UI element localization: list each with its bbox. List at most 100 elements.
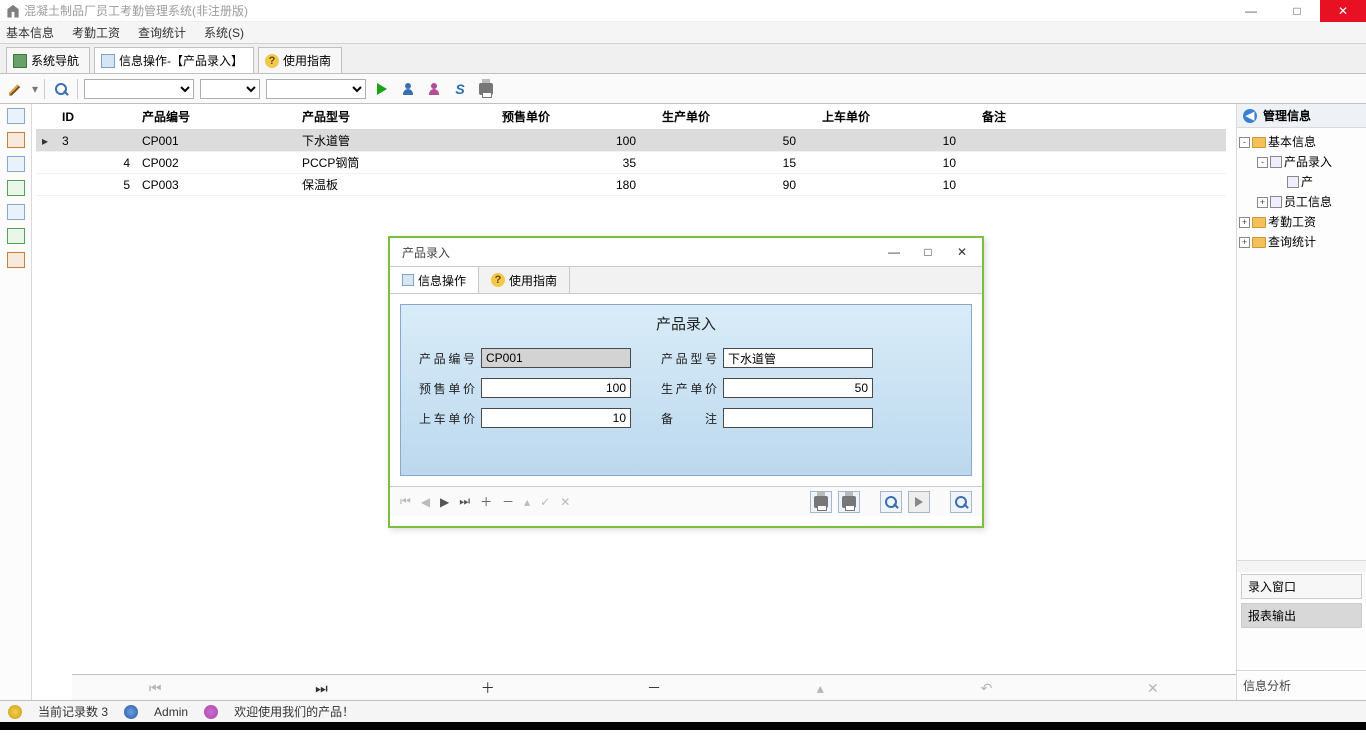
s-icon: S [455, 81, 464, 97]
doc-icon [1287, 176, 1299, 188]
input-remark[interactable] [723, 408, 873, 428]
find-group-button[interactable] [424, 79, 444, 99]
table-row[interactable]: 5 CP003 保温板 180 90 10 [36, 174, 1226, 196]
tab-system-nav[interactable]: 系统导航 [6, 47, 90, 73]
dialog-tab-help[interactable]: ? 使用指南 [479, 267, 570, 293]
tree-node-attendance[interactable]: 考勤工资 [1268, 212, 1316, 232]
dialog-minimize-button[interactable]: — [880, 245, 908, 259]
print-button[interactable] [476, 79, 496, 99]
dialog-maximize-button[interactable]: □ [914, 245, 942, 259]
tab-help-guide[interactable]: ? 使用指南 [258, 47, 342, 73]
find-icon [55, 83, 67, 95]
edit-button[interactable] [6, 79, 26, 99]
dlg-print-button[interactable] [810, 491, 832, 513]
leftnav-item-7[interactable] [7, 252, 25, 268]
menu-query-stats[interactable]: 查询统计 [138, 24, 186, 41]
dlg-nav-post[interactable]: ✓ [540, 495, 550, 509]
s-tool-button[interactable]: S [450, 79, 470, 99]
app-icon [6, 4, 20, 18]
tab-label: 使用指南 [283, 52, 331, 69]
leftnav-item-5[interactable] [7, 204, 25, 220]
tree-node-product-entry[interactable]: 产品录入 [1284, 152, 1332, 172]
input-product-model[interactable] [723, 348, 873, 368]
expand-icon[interactable]: - [1239, 137, 1250, 148]
leftnav-item-4[interactable] [7, 180, 25, 196]
expand-icon[interactable]: + [1239, 217, 1250, 228]
expand-icon[interactable]: - [1257, 157, 1268, 168]
tab-product-entry[interactable]: 信息操作-【产品录入】 [94, 47, 254, 73]
dlg-zoom-button[interactable] [950, 491, 972, 513]
status-welcome-icon [204, 705, 218, 719]
filter-field-select[interactable] [84, 79, 194, 99]
menu-basic-info[interactable]: 基本信息 [6, 24, 54, 41]
col-remark[interactable]: 备注 [976, 104, 1226, 130]
folder-icon [1252, 137, 1266, 148]
col-load[interactable]: 上车单价 [816, 104, 976, 130]
filter-op-select[interactable] [200, 79, 260, 99]
report-output-button[interactable]: 报表输出 [1241, 603, 1362, 628]
col-code[interactable]: 产品编号 [136, 104, 296, 130]
window-maximize-button[interactable]: □ [1274, 0, 1320, 22]
dlg-nav-add[interactable]: ＋ [480, 493, 492, 510]
dlg-print-cancel-button[interactable] [838, 491, 860, 513]
expand-icon[interactable]: + [1239, 237, 1250, 248]
menu-attendance-salary[interactable]: 考勤工资 [72, 24, 120, 41]
run-filter-button[interactable] [372, 79, 392, 99]
dlg-nav-next[interactable]: ▶ [440, 495, 449, 509]
input-presale-price[interactable] [481, 378, 631, 398]
doc-icon [1270, 196, 1282, 208]
product-table[interactable]: ID 产品编号 产品型号 预售单价 生产单价 上车单价 备注 ▸ 3 CP001… [36, 104, 1226, 196]
nav-first-button[interactable]: ⏮ [72, 675, 238, 700]
expand-icon[interactable]: + [1257, 197, 1268, 208]
product-form: 产品录入 产品编号 产品型号 预售单价 生产单价 上车单价 备 注 [400, 304, 972, 476]
printer-icon [479, 83, 493, 95]
input-product-code[interactable] [481, 348, 631, 368]
dlg-nav-first[interactable]: ⏮ [400, 494, 411, 509]
tree-node-query[interactable]: 查询统计 [1268, 232, 1316, 252]
table-row[interactable]: ▸ 3 CP001 下水道管 100 50 10 [36, 130, 1226, 152]
nav-undo-button[interactable]: ↶ [903, 675, 1069, 700]
find-button[interactable] [51, 79, 71, 99]
dlg-nav-last[interactable]: ⏭ [459, 494, 470, 509]
tree-node-basic[interactable]: 基本信息 [1268, 132, 1316, 152]
form-title: 产品录入 [419, 313, 953, 334]
nav-remove-button[interactable]: － [571, 675, 737, 700]
col-produce[interactable]: 生产单价 [656, 104, 816, 130]
leftnav-item-2[interactable] [7, 132, 25, 148]
management-tree[interactable]: -基本信息 -产品录入 产 +员工信息 +考勤工资 +查询统计 [1237, 128, 1366, 560]
dialog-titlebar[interactable]: 产品录入 — □ ✕ [390, 238, 982, 266]
nav-last-button[interactable]: ⏭ [238, 675, 404, 700]
col-presale[interactable]: 预售单价 [496, 104, 656, 130]
find-icon [955, 496, 967, 508]
find-person-button[interactable] [398, 79, 418, 99]
window-close-button[interactable]: ✕ [1320, 0, 1366, 22]
input-produce-price[interactable] [723, 378, 873, 398]
col-model[interactable]: 产品型号 [296, 104, 496, 130]
nav-up-button[interactable]: ▴ [737, 675, 903, 700]
menu-system[interactable]: 系统(S) [204, 24, 244, 41]
entry-window-button[interactable]: 录入窗口 [1241, 574, 1362, 599]
tree-node-product-sub[interactable]: 产 [1301, 172, 1313, 192]
dialog-tab-info[interactable]: 信息操作 [390, 267, 479, 293]
dlg-nav-remove[interactable]: － [502, 493, 514, 510]
leftnav-item-6[interactable] [7, 228, 25, 244]
col-id[interactable]: ID [56, 104, 136, 130]
nav-cancel-button[interactable]: ✕ [1070, 675, 1236, 700]
dlg-play-button[interactable] [908, 491, 930, 513]
leftnav-item-1[interactable] [7, 108, 25, 124]
filter-value-select[interactable] [266, 79, 366, 99]
leftnav-item-3[interactable] [7, 156, 25, 172]
dlg-preview-button[interactable] [880, 491, 902, 513]
dlg-nav-up[interactable]: ▴ [524, 495, 530, 509]
input-load-price[interactable] [481, 408, 631, 428]
dlg-nav-cancel[interactable]: ✕ [560, 495, 570, 509]
nav-add-button[interactable]: ＋ [405, 675, 571, 700]
play-icon [377, 83, 387, 95]
dialog-close-button[interactable]: ✕ [948, 245, 976, 259]
dlg-nav-prev[interactable]: ◀ [421, 495, 430, 509]
table-row[interactable]: 4 CP002 PCCP钢筒 35 15 10 [36, 152, 1226, 174]
tab-label: 信息操作-【产品录入】 [119, 52, 243, 69]
tab-label: 使用指南 [509, 272, 557, 289]
tree-node-employee-info[interactable]: 员工信息 [1284, 192, 1332, 212]
window-minimize-button[interactable]: — [1228, 0, 1274, 22]
